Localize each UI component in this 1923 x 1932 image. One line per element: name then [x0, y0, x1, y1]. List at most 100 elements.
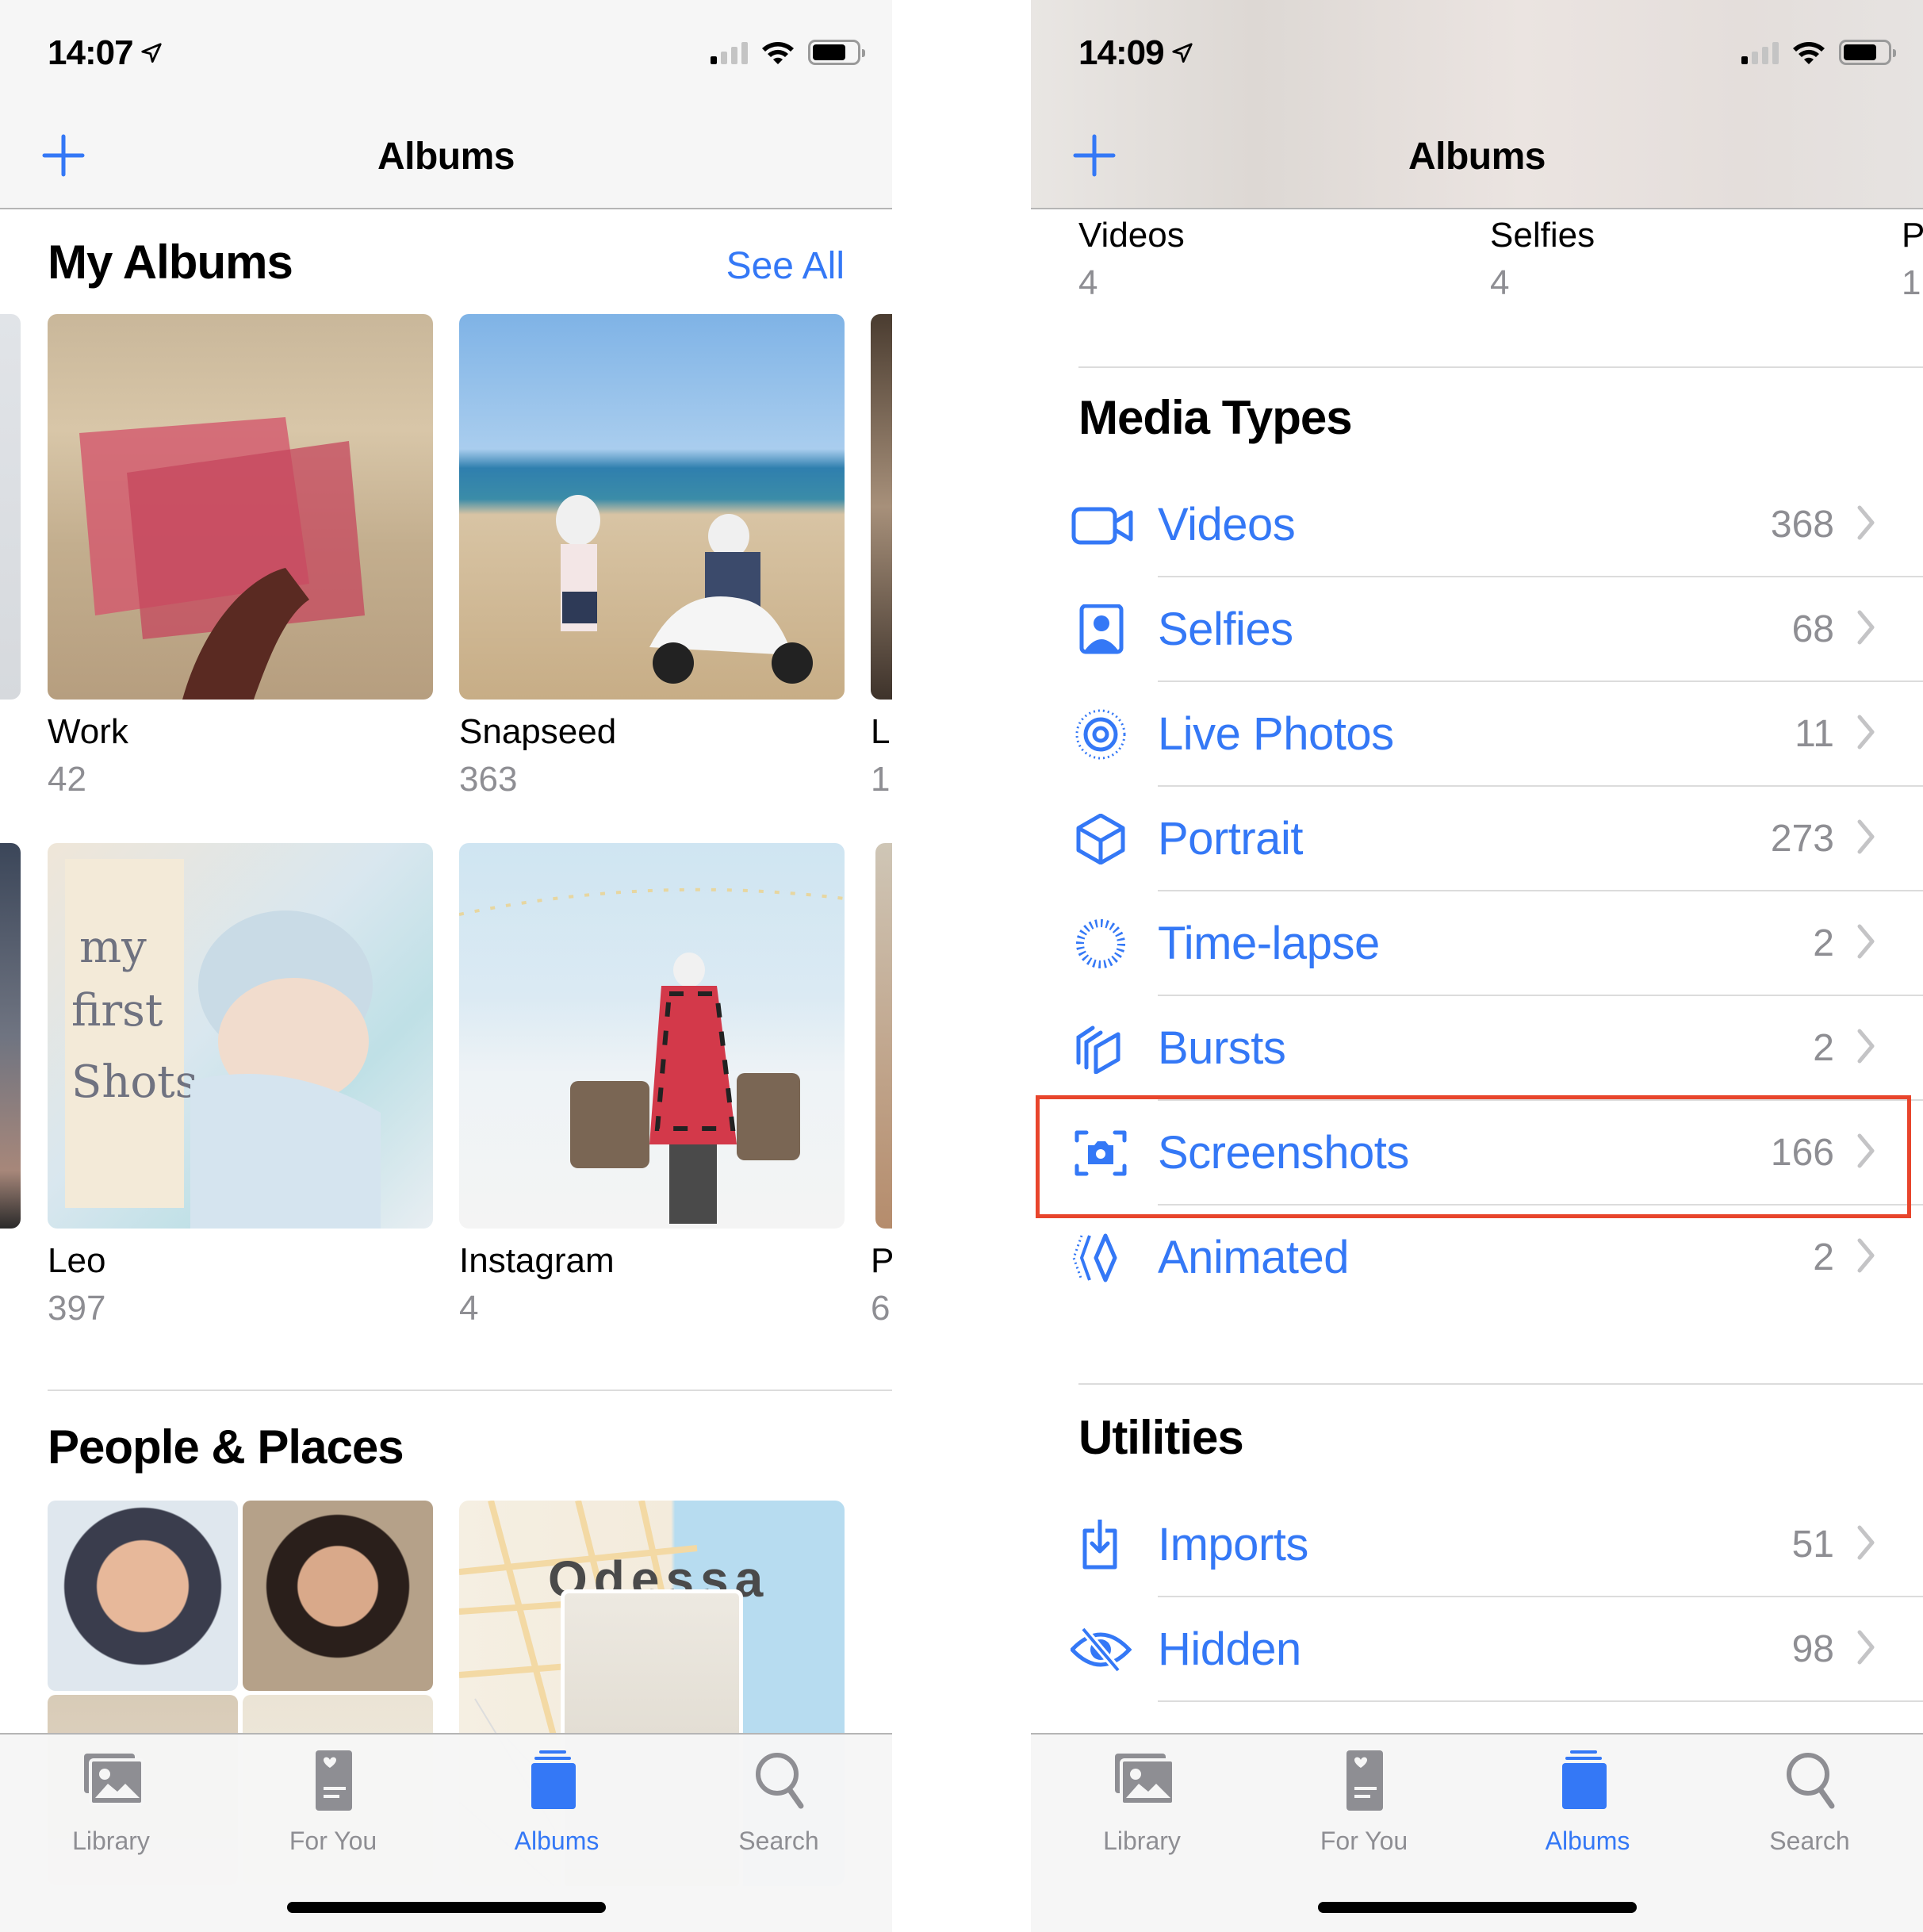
row-count: 273 — [1770, 818, 1834, 860]
navigation-bar: 14:07 Albums — [0, 0, 892, 209]
portrait-cube-icon — [1071, 813, 1134, 865]
location-arrow-icon — [1171, 43, 1193, 63]
chevron-right-icon — [1857, 610, 1875, 645]
svg-text:Shots: Shots — [71, 1056, 197, 1108]
timelapse-icon — [1071, 918, 1134, 969]
album-count: 363 — [459, 760, 518, 799]
search-icon — [1787, 1753, 1835, 1809]
status-icons — [1741, 40, 1896, 65]
album-thumbnail-instagram[interactable] — [459, 843, 845, 1229]
section-divider — [48, 1390, 892, 1391]
media-type-row-portrait[interactable]: Portrait 273 — [1031, 787, 1923, 891]
album-thumbnail-leo[interactable]: my first Shots — [48, 843, 433, 1229]
chevron-right-icon — [1857, 1630, 1875, 1665]
tab-label: Albums — [514, 1827, 600, 1855]
row-label: Selfies — [1158, 604, 1293, 655]
row-label: Hidden — [1158, 1623, 1301, 1675]
row-label: Bursts — [1158, 1022, 1286, 1074]
media-type-row-selfies[interactable]: Selfies 68 — [1031, 577, 1923, 682]
media-type-row-bursts[interactable]: Bursts 2 — [1031, 996, 1923, 1101]
instagram-photo — [459, 887, 845, 1224]
nav-title: Albums — [1408, 136, 1546, 178]
work-photo — [79, 417, 365, 700]
svg-text:first: first — [71, 985, 163, 1037]
row-label: Live Photos — [1158, 708, 1394, 760]
person-thumbnail[interactable] — [243, 1501, 433, 1691]
album-count: 397 — [48, 1289, 106, 1328]
utility-row-hidden[interactable]: Hidden 98 — [1031, 1597, 1923, 1702]
tab-bar: Library For You Albums Search — [0, 1733, 892, 1932]
album-count: 6 — [871, 1289, 891, 1328]
tab-library[interactable]: Library — [32, 1749, 190, 1856]
home-indicator[interactable] — [286, 1902, 606, 1913]
status-bar-time: 14:09 — [1078, 33, 1194, 73]
album-name: L — [871, 712, 891, 751]
album-name[interactable]: Selfies — [1490, 216, 1595, 255]
tab-albums[interactable]: Albums — [1508, 1749, 1667, 1856]
tab-search[interactable]: Search — [1730, 1749, 1889, 1856]
status-icons — [711, 40, 865, 65]
chevron-right-icon — [1857, 1029, 1875, 1064]
utilities-heading: Utilities — [1078, 1411, 1244, 1464]
album-count: 1 — [1902, 263, 1921, 302]
for-you-icon — [316, 1750, 352, 1811]
bursts-icon — [1071, 1023, 1134, 1075]
screenshot-icon — [1071, 1128, 1134, 1179]
tab-label: Library — [1103, 1827, 1181, 1855]
album-thumbnail-partial[interactable] — [0, 314, 21, 700]
albums-icon — [531, 1750, 576, 1809]
album-thumbnail-snapseed[interactable] — [459, 314, 845, 700]
album-thumbnail-partial[interactable] — [0, 843, 21, 1229]
utility-row-imports[interactable]: Imports 51 — [1031, 1493, 1923, 1597]
tab-library[interactable]: Library — [1063, 1749, 1221, 1856]
battery-icon — [1839, 40, 1896, 65]
library-icon — [1115, 1754, 1175, 1806]
album-name: Snapseed — [459, 712, 617, 751]
tab-for-you[interactable]: For You — [1285, 1749, 1443, 1856]
row-count: 368 — [1770, 504, 1834, 546]
row-count: 68 — [1791, 608, 1834, 650]
media-type-row-animated[interactable]: Animated 2 — [1031, 1206, 1923, 1310]
row-count: 2 — [1813, 1027, 1834, 1069]
see-all-button[interactable]: See All — [726, 244, 845, 288]
location-arrow-icon — [140, 43, 162, 63]
person-thumbnail[interactable] — [48, 1501, 238, 1691]
album-name[interactable]: P — [1902, 216, 1923, 255]
media-type-row-live-photos[interactable]: Live Photos 11 — [1031, 682, 1923, 787]
media-type-row-screenshots[interactable]: Screenshots 166 — [1031, 1101, 1923, 1206]
album-name: P — [871, 1241, 892, 1280]
tab-search[interactable]: Search — [699, 1749, 858, 1856]
album-name: Leo — [48, 1241, 106, 1280]
home-indicator[interactable] — [1317, 1902, 1637, 1913]
chevron-right-icon — [1857, 715, 1875, 749]
tab-bar: Library For You Albums Search — [1031, 1733, 1923, 1932]
wifi-icon — [762, 42, 794, 64]
animated-icon — [1071, 1232, 1134, 1283]
media-type-row-time-lapse[interactable]: Time-lapse 2 — [1031, 891, 1923, 996]
album-thumbnail-work[interactable] — [48, 314, 433, 700]
row-count: 51 — [1791, 1524, 1834, 1566]
media-type-row-videos[interactable]: Videos 368 — [1031, 473, 1923, 577]
album-count: 4 — [1078, 263, 1098, 302]
battery-icon — [808, 40, 865, 65]
selfie-icon — [1071, 604, 1134, 655]
row-label: Screenshots — [1158, 1127, 1409, 1179]
row-count: 166 — [1770, 1132, 1834, 1174]
tab-label: Search — [738, 1827, 819, 1855]
album-thumbnail-partial[interactable] — [871, 314, 892, 700]
hidden-eye-icon — [1069, 1624, 1134, 1675]
people-places-heading: People & Places — [48, 1420, 404, 1474]
album-name[interactable]: Videos — [1078, 216, 1185, 255]
album-thumbnail-partial[interactable] — [875, 843, 892, 1229]
time-text: 14:09 — [1078, 33, 1165, 72]
chevron-right-icon — [1857, 924, 1875, 959]
album-count: 4 — [1490, 263, 1510, 302]
cellular-signal-icon — [1741, 40, 1779, 64]
chevron-right-icon — [1857, 1238, 1875, 1273]
video-camera-icon — [1071, 500, 1134, 550]
tab-for-you[interactable]: For You — [254, 1749, 412, 1856]
time-text: 14:07 — [48, 33, 134, 72]
search-icon — [756, 1753, 804, 1809]
status-bar-time: 14:07 — [48, 33, 163, 73]
tab-albums[interactable]: Albums — [477, 1749, 636, 1856]
